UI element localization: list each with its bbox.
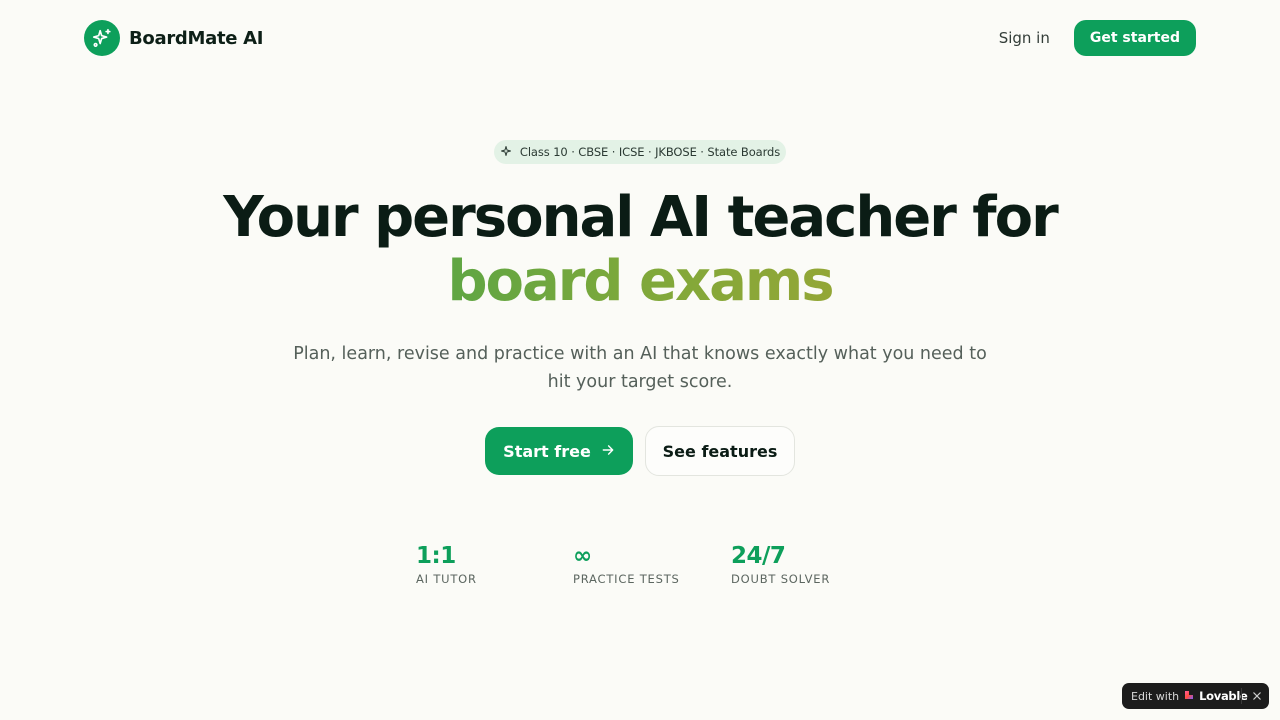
start-free-label: Start free: [503, 441, 591, 461]
stat-value: 24/7: [731, 543, 786, 569]
brand-link[interactable]: BoardMate AI: [84, 20, 263, 56]
sign-in-link[interactable]: Sign in: [999, 29, 1050, 47]
hero-headline: Your personal AI teacher for board exams: [0, 186, 1280, 314]
see-features-button[interactable]: See features: [645, 426, 795, 476]
get-started-button[interactable]: Get started: [1073, 20, 1196, 56]
hero-subtext: Plan, learn, revise and practice with an…: [293, 344, 987, 392]
cta-row: Start free See features: [0, 426, 1280, 476]
sparkles-icon: [84, 20, 120, 56]
close-icon[interactable]: [1250, 688, 1264, 704]
lovable-heart-icon: [1184, 690, 1194, 703]
stat-item: ∞ PRACTICE TESTS: [573, 542, 680, 586]
landing-page: BoardMate AI Sign in Get started Class 1…: [0, 0, 1280, 720]
headline-line-2-gradient: board exams: [0, 250, 1280, 314]
badge-divider: [1241, 688, 1242, 704]
stat-value: 1:1: [416, 543, 456, 569]
stat-item: 1:1 AI TUTOR: [416, 542, 477, 586]
start-free-button[interactable]: Start free: [485, 427, 633, 475]
top-nav: BoardMate AI Sign in Get started: [0, 0, 1280, 76]
headline-line-1: Your personal AI teacher for: [223, 185, 1059, 250]
nav-actions: Sign in Get started: [999, 20, 1196, 56]
edit-with-lovable-link[interactable]: Edit with Lovable: [1131, 689, 1248, 703]
arrow-right-icon: [601, 442, 615, 461]
pill-text: Class 10 · CBSE · ICSE · JKBOSE · State …: [519, 145, 781, 159]
stat-item: 24/7 DOUBT SOLVER: [731, 542, 830, 586]
badge-prefix: Edit with: [1131, 689, 1180, 703]
stat-label: PRACTICE TESTS: [573, 572, 680, 586]
stat-label: AI TUTOR: [416, 572, 477, 586]
stat-label: DOUBT SOLVER: [731, 572, 831, 586]
stats-row: 1:1 AI TUTOR ∞ PRACTICE TESTS 24/7 DOUBT…: [416, 542, 876, 592]
stat-value: ∞: [573, 543, 592, 569]
board-tag-pill: Class 10 · CBSE · ICSE · JKBOSE · State …: [494, 140, 786, 164]
brand-name: BoardMate AI: [129, 27, 264, 49]
sparkle-icon: [500, 145, 512, 160]
edit-with-lovable-badge: Edit with Lovable: [1122, 683, 1269, 709]
